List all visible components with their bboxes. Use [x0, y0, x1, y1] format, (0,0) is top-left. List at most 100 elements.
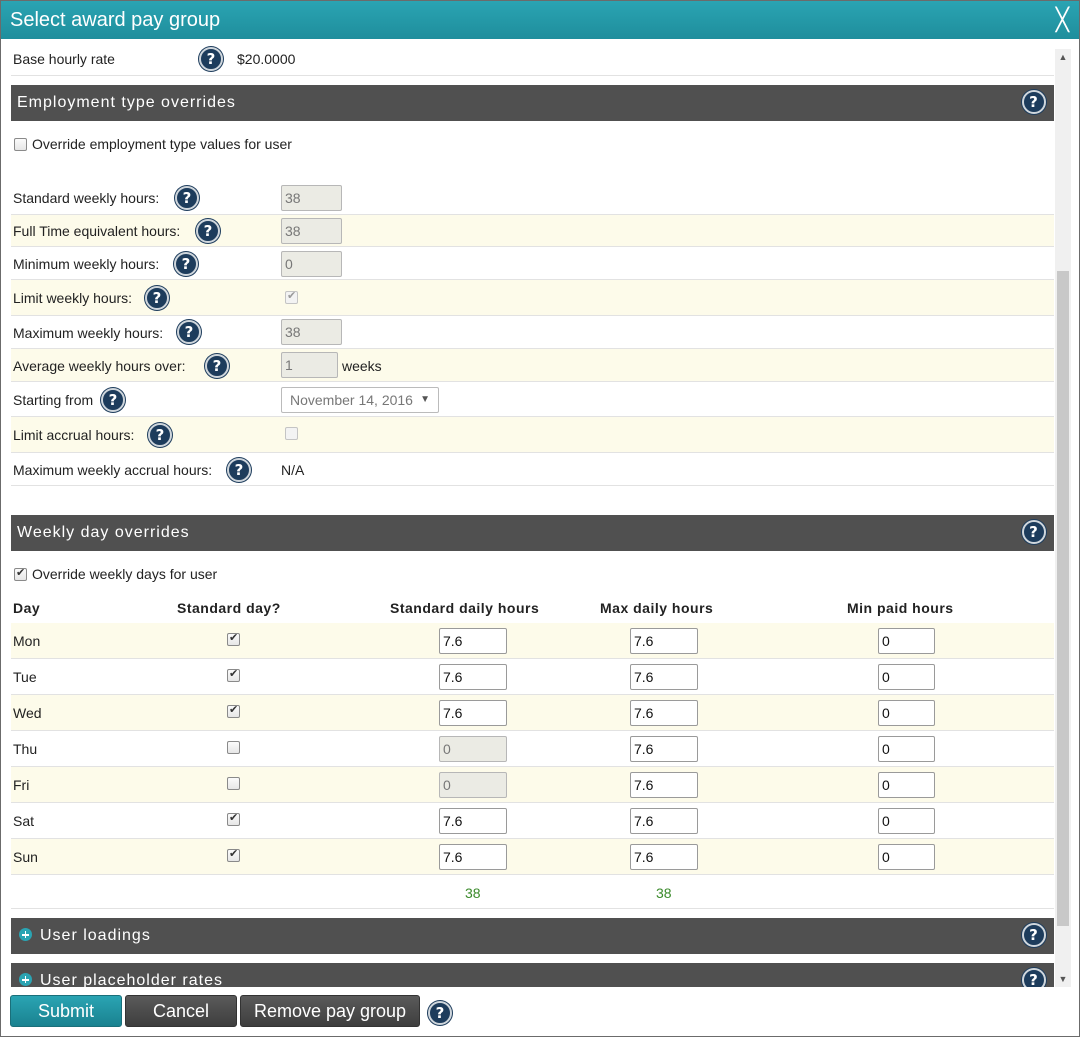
weekly-override-row: Override weekly days for user — [11, 563, 1054, 587]
expand-icon[interactable] — [19, 973, 32, 986]
average-weekly-label: Average weekly hours over: — [13, 358, 186, 374]
employment-overrides-title: Employment type overrides — [17, 94, 236, 111]
help-icon[interactable]: ? — [1022, 520, 1046, 544]
base-rate-row: Base hourly rate ? $20.0000 — [11, 39, 1054, 76]
starting-from-value: November 14, 2016 — [290, 392, 413, 408]
max-daily-hours-input[interactable]: 7.6 — [630, 700, 698, 726]
standard-day-checkbox[interactable] — [227, 811, 240, 826]
user-loadings-header[interactable]: User loadings ? — [11, 918, 1054, 954]
help-icon[interactable]: ? — [205, 354, 229, 378]
dialog-footer: Submit Cancel Remove pay group ? — [1, 987, 1079, 1036]
user-placeholder-rates-title: User placeholder rates — [40, 972, 223, 987]
max-daily-hours-input[interactable]: 7.6 — [630, 736, 698, 762]
table-row: Tue 7.6 7.6 0 — [11, 659, 1054, 695]
expand-icon[interactable] — [19, 928, 32, 941]
max-accrual-row: Maximum weekly accrual hours: ? N/A — [11, 453, 1054, 486]
standard-weekly-label: Standard weekly hours: — [13, 190, 160, 206]
standard-day-checkbox[interactable] — [227, 777, 240, 790]
help-icon[interactable]: ? — [175, 186, 199, 210]
standard-daily-hours-input[interactable]: 7.6 — [439, 628, 507, 654]
employment-override-checkbox[interactable] — [14, 138, 27, 151]
weekly-override-checkbox[interactable] — [14, 566, 27, 581]
chevron-down-icon: ▼ — [420, 394, 430, 405]
help-icon[interactable]: ? — [1022, 923, 1046, 947]
help-icon[interactable]: ? — [227, 458, 251, 482]
weekly-overrides-header: Weekly day overrides ? — [11, 515, 1054, 551]
limit-accrual-row: Limit accrual hours: ? — [11, 417, 1054, 453]
help-icon[interactable]: ? — [101, 388, 125, 412]
content-scrollbar[interactable]: ▲ ▼ — [1055, 49, 1071, 987]
standard-day-checkbox[interactable] — [227, 741, 240, 754]
min-paid-hours-input[interactable]: 0 — [878, 664, 935, 690]
average-weekly-input[interactable]: 1 — [281, 352, 338, 378]
fte-input[interactable]: 38 — [281, 218, 342, 244]
standard-daily-hours-input[interactable]: 7.6 — [439, 664, 507, 690]
help-icon[interactable]: ? — [145, 286, 169, 310]
max-daily-hours-input[interactable]: 7.6 — [630, 808, 698, 834]
day-label: Thu — [13, 741, 38, 757]
table-row: Sun 7.6 7.6 0 — [11, 839, 1054, 875]
weekly-totals-row: 38 38 — [11, 875, 1054, 909]
close-icon[interactable]: ╳ — [1056, 1, 1069, 41]
help-icon[interactable]: ? — [196, 219, 220, 243]
total-max-daily: 38 — [656, 885, 672, 901]
standard-weekly-input[interactable]: 38 — [281, 185, 342, 211]
help-icon[interactable]: ? — [177, 320, 201, 344]
standard-weekly-row: Standard weekly hours: ? 38 — [11, 182, 1054, 215]
max-weekly-label: Maximum weekly hours: — [13, 325, 164, 341]
min-paid-hours-input[interactable]: 0 — [878, 808, 935, 834]
min-weekly-input[interactable]: 0 — [281, 251, 342, 277]
user-loadings-title: User loadings — [40, 927, 151, 944]
help-icon[interactable]: ? — [428, 1001, 452, 1025]
cancel-button[interactable]: Cancel — [125, 995, 237, 1027]
min-paid-hours-input[interactable]: 0 — [878, 772, 935, 798]
min-paid-hours-input[interactable]: 0 — [878, 736, 935, 762]
table-row: Thu 0 7.6 0 — [11, 731, 1054, 767]
min-paid-hours-input[interactable]: 0 — [878, 700, 935, 726]
scroll-down-icon[interactable]: ▼ — [1055, 971, 1071, 987]
max-daily-hours-input[interactable]: 7.6 — [630, 628, 698, 654]
limit-weekly-checkbox[interactable] — [285, 289, 298, 304]
min-paid-hours-input[interactable]: 0 — [878, 628, 935, 654]
standard-day-checkbox[interactable] — [227, 631, 240, 646]
starting-from-select[interactable]: November 14, 2016 ▼ — [281, 387, 439, 413]
help-icon[interactable]: ? — [199, 47, 223, 71]
table-row: Sat 7.6 7.6 0 — [11, 803, 1054, 839]
scrollbar-thumb[interactable] — [1057, 271, 1069, 926]
help-icon[interactable]: ? — [1022, 968, 1046, 987]
header-standard-daily-hours: Standard daily hours — [390, 600, 540, 616]
table-row: Fri 0 7.6 0 — [11, 767, 1054, 803]
header-min-paid-hours: Min paid hours — [847, 600, 954, 616]
standard-daily-hours-input[interactable]: 7.6 — [439, 808, 507, 834]
weekly-override-label: Override weekly days for user — [32, 566, 218, 582]
max-daily-hours-input[interactable]: 7.6 — [630, 664, 698, 690]
help-icon[interactable]: ? — [1022, 90, 1046, 114]
table-row: Mon 7.6 7.6 0 — [11, 623, 1054, 659]
day-label: Fri — [13, 777, 30, 793]
limit-accrual-checkbox[interactable] — [285, 427, 298, 440]
award-pay-group-dialog: Select award pay group ╳ Base hourly rat… — [0, 0, 1080, 1037]
scroll-up-icon[interactable]: ▲ — [1055, 49, 1071, 65]
limit-weekly-label: Limit weekly hours: — [13, 290, 133, 306]
max-accrual-label: Maximum weekly accrual hours: — [13, 462, 213, 478]
max-daily-hours-input[interactable]: 7.6 — [630, 844, 698, 870]
remove-pay-group-button[interactable]: Remove pay group — [240, 995, 420, 1027]
standard-day-checkbox[interactable] — [227, 667, 240, 682]
max-weekly-input[interactable]: 38 — [281, 319, 342, 345]
standard-day-checkbox[interactable] — [227, 703, 240, 718]
standard-daily-hours-input[interactable]: 7.6 — [439, 700, 507, 726]
header-standard-day: Standard day? — [177, 600, 281, 616]
day-label: Tue — [13, 669, 37, 685]
user-placeholder-rates-header[interactable]: User placeholder rates ? — [11, 963, 1054, 987]
max-daily-hours-input[interactable]: 7.6 — [630, 772, 698, 798]
help-icon[interactable]: ? — [148, 423, 172, 447]
standard-daily-hours-input[interactable]: 0 — [439, 772, 507, 798]
standard-daily-hours-input[interactable]: 7.6 — [439, 844, 507, 870]
employment-override-row: Override employment type values for user — [11, 133, 1054, 157]
submit-button[interactable]: Submit — [10, 995, 122, 1027]
standard-daily-hours-input[interactable]: 0 — [439, 736, 507, 762]
min-paid-hours-input[interactable]: 0 — [878, 844, 935, 870]
help-icon[interactable]: ? — [174, 252, 198, 276]
standard-day-checkbox[interactable] — [227, 847, 240, 862]
table-row: Wed 7.6 7.6 0 — [11, 695, 1054, 731]
